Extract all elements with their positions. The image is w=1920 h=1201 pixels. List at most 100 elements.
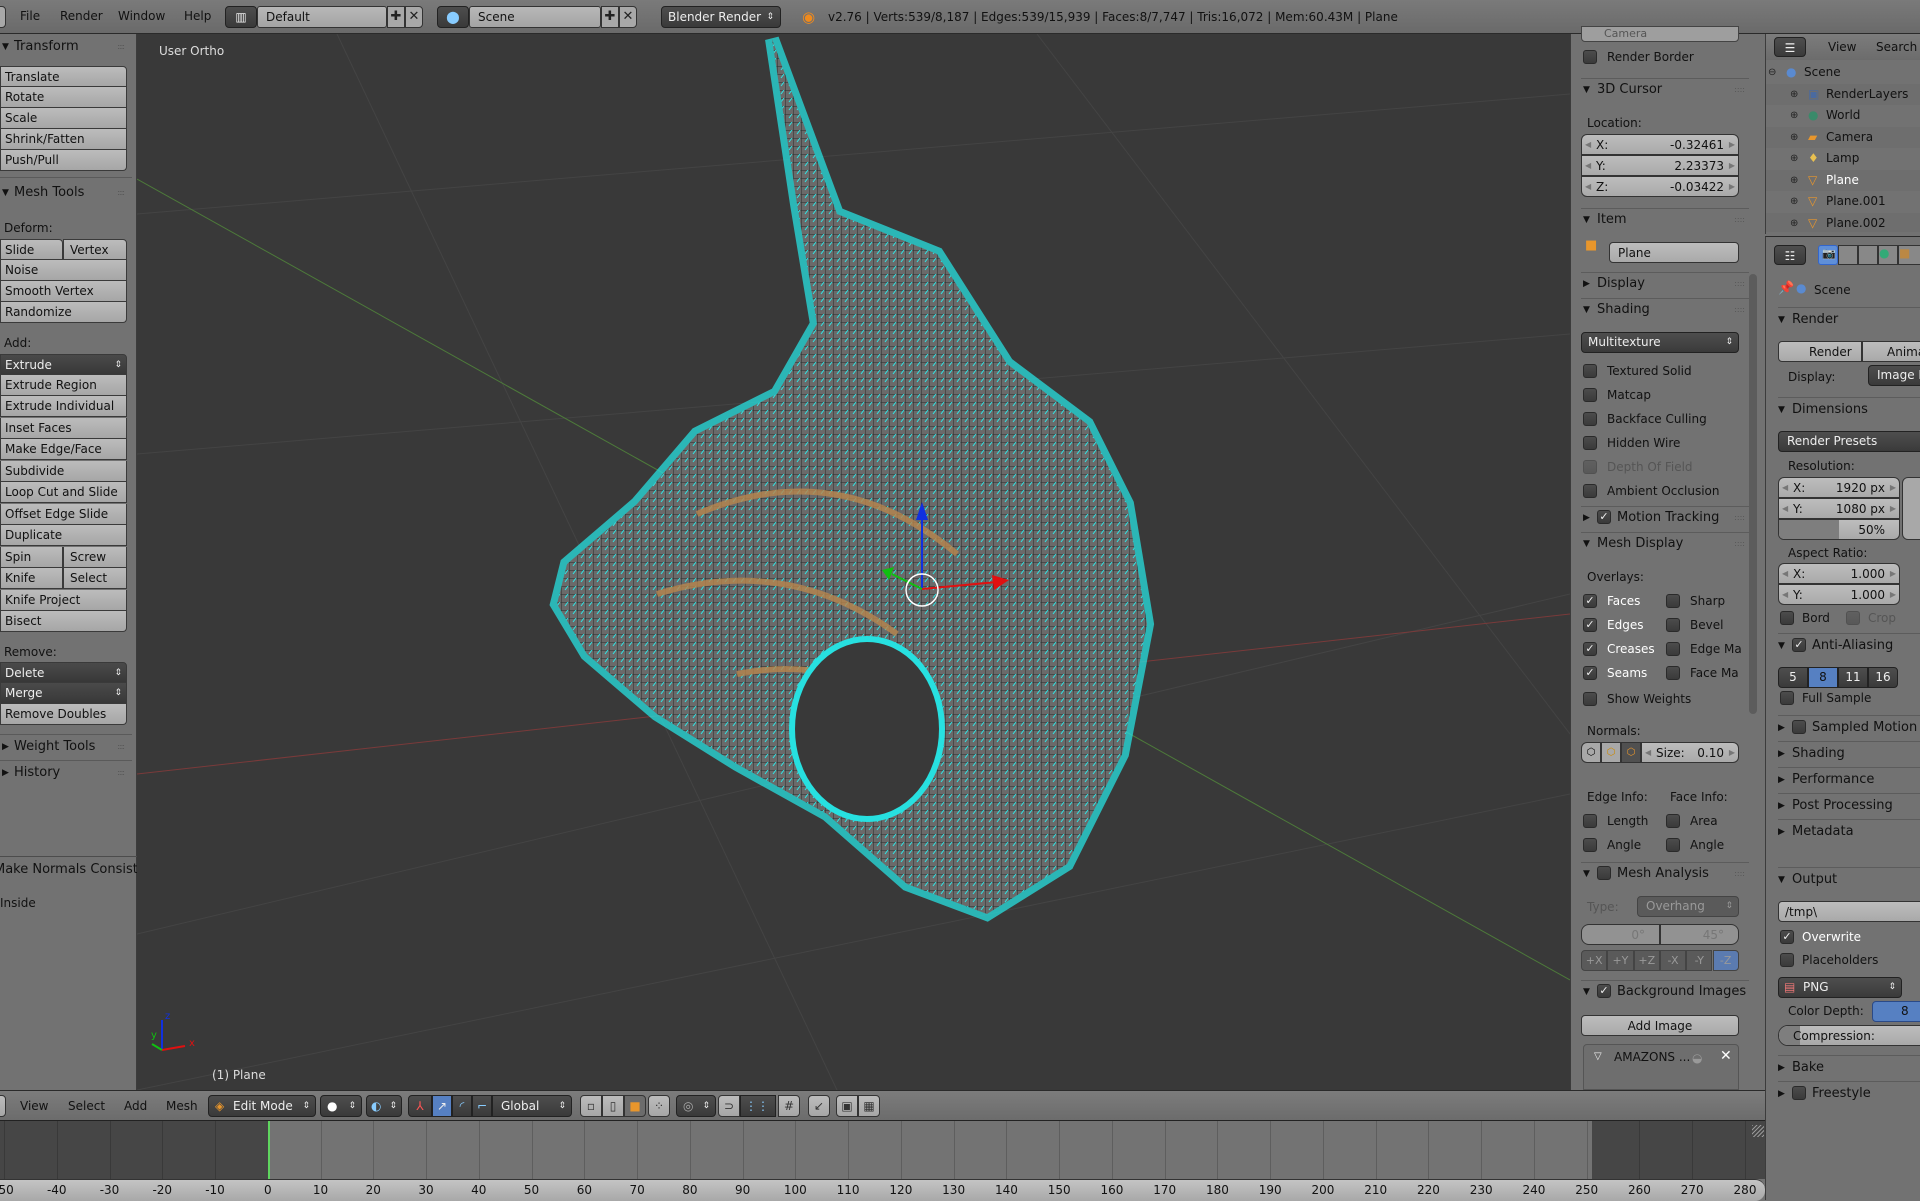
axis-plusminus-y-button[interactable]: +Y [1607,950,1634,971]
delete-scene-button[interactable]: ✕ [619,6,637,28]
expand-toggle-icon[interactable]: ⊕ [1790,213,1798,233]
viewport-shading-dropdown[interactable]: ● ⇕ [320,1095,362,1117]
panel-anti-aliasing-header[interactable]: ▼ ✓ Anti-Aliasing [1778,633,1920,657]
transform-orientation-dropdown[interactable]: Global ⇕ [492,1095,572,1117]
editor-type-button[interactable] [0,1095,6,1117]
current-frame-indicator[interactable] [267,1121,270,1179]
panel-item-header[interactable]: ▼ Item:::: [1581,208,1749,230]
remove-image-icon[interactable]: ✕ [1720,1048,1732,1064]
panel-motion-tracking-header[interactable]: ▶ ✓ Motion Tracking:::: [1581,506,1749,528]
screw-button[interactable]: Screw [63,547,127,568]
panel-shading-header[interactable]: ▶ Shading [1778,741,1920,765]
face-area-checkbox[interactable] [1666,814,1680,828]
panel-mesh-analysis-header[interactable]: ▼ Mesh Analysis:::: [1581,862,1749,884]
overhang-max-field[interactable]: 45° [1660,924,1739,945]
loop-cut-slide-button[interactable]: Loop Cut and Slide [0,482,127,503]
vertex-normals-toggle[interactable]: ⬡ [1581,742,1601,763]
axis-minus-y-button[interactable]: -Y [1686,950,1713,971]
drag-grip-icon[interactable]: :::: [1734,79,1745,101]
scene-browse-button[interactable]: ⬤ [437,6,469,28]
render-opengl-button[interactable]: ↙ [808,1095,830,1117]
expand-triangle-icon[interactable]: ▽ [1594,1051,1602,1062]
menu-mesh[interactable]: Mesh [166,1099,198,1113]
expand-toggle-icon[interactable]: ⊕ [1790,105,1798,126]
interaction-mode-dropdown[interactable]: ◈ Edit Mode ⇕ [208,1095,316,1117]
resolution-x-field[interactable]: ◀ X: 1920 px ▶ [1778,477,1900,498]
panel-metadata-header[interactable]: ▶ Metadata [1778,819,1920,843]
overlay-bevel-checkbox[interactable] [1666,618,1680,632]
file-format-dropdown[interactable]: ▤ PNG ⇕ [1778,977,1902,998]
face-select-mode[interactable]: ■ [624,1095,646,1117]
layout-browse-button[interactable]: ▥ [225,6,257,28]
smooth-vertex-button[interactable]: Smooth Vertex [0,281,127,302]
panel-3d-cursor-header[interactable]: ▼ 3D Cursor:::: [1581,78,1749,100]
subdivide-button[interactable]: Subdivide [0,461,127,482]
3d-viewport[interactable]: z x y User Ortho (1) Plane [137,34,1570,1090]
drag-grip-icon[interactable]: :::: [1734,273,1745,295]
panel-sampled-motion-b-header[interactable]: ▶ Sampled Motion B [1778,715,1920,739]
overlay-sharp-checkbox[interactable] [1666,594,1680,608]
overlay-edges-checkbox[interactable]: ✓ [1583,618,1597,632]
backface-culling-checkbox[interactable] [1583,412,1597,426]
tab-render-layers[interactable] [1838,245,1858,265]
compression-slider[interactable]: Compression: [1778,1025,1920,1046]
area-split-handle[interactable] [1752,1125,1764,1137]
panel-output-header[interactable]: ▼ Output [1778,867,1920,891]
delete-dropdown[interactable]: Delete ⇕ [0,662,127,683]
ambient-occlusion-checkbox[interactable] [1583,484,1597,498]
panel-history-header[interactable]: ▶ History:::: [0,762,132,784]
resolution-percentage-slider[interactable]: 50% [1778,519,1900,540]
snap-target-button[interactable]: # [778,1095,800,1117]
rotate-manipulator-toggle[interactable]: ◜ [452,1095,472,1117]
drag-grip-icon[interactable]: :::: [1734,299,1745,321]
limit-selection-visible-toggle[interactable]: ⁘ [648,1095,670,1117]
tab-scene[interactable] [1858,245,1878,265]
resolution-y-field[interactable]: ◀ Y: 1080 px ▶ [1778,498,1900,519]
drag-grip-icon[interactable]: :::: [117,36,125,58]
mesh-object[interactable] [549,36,1155,922]
spin-button[interactable]: Spin [0,547,63,568]
menu-view[interactable]: View [1828,40,1856,54]
aspect-y-field[interactable]: ◀ Y: 1.000 ▶ [1778,584,1900,605]
face-normals-toggle[interactable]: ⬡ [1621,742,1641,763]
split-normals-toggle[interactable]: ⬡ [1601,742,1621,763]
aa-samples-8-button[interactable]: 8 [1808,667,1838,688]
timeline-ruler[interactable]: -50 -40 -30 -20 -10 0 10 20 30 40 50 60 70 80 90 100 110… [0,1179,1765,1201]
frame-range-fields[interactable] [1902,477,1920,540]
render-animation-button[interactable]: Animat [1862,341,1920,362]
knife-project-button[interactable]: Knife Project [0,590,127,611]
render-display-dropdown[interactable]: Image Ed [1868,365,1920,386]
overlay-creases-checkbox[interactable]: ✓ [1583,642,1597,656]
randomize-button[interactable]: Randomize [0,302,127,323]
render-presets-dropdown[interactable]: Render Presets [1778,431,1920,452]
merge-dropdown[interactable]: Merge ⇕ [0,683,127,704]
editor-type-button[interactable]: ☰ [1774,37,1806,57]
viewport-canvas[interactable]: z x y [137,34,1570,1090]
offset-edge-slide-button[interactable]: Offset Edge Slide [0,504,127,525]
outliner-item[interactable]: ⊖ ● Scene [1766,62,1920,83]
drag-grip-icon[interactable]: :::: [1734,507,1745,529]
manipulator-toggle[interactable]: ⅄ [408,1095,432,1117]
vertex-select-mode[interactable]: ▫ [580,1095,602,1117]
hidden-wire-checkbox[interactable] [1583,436,1597,450]
drag-grip-icon[interactable]: :::: [1734,209,1745,231]
outliner-item[interactable]: ⊕ ▽ Plane.002 [1766,212,1920,233]
overhang-min-field[interactable]: 0° [1581,924,1660,945]
expand-toggle-icon[interactable]: ⊕ [1790,148,1798,169]
object-name-field[interactable]: Plane [1609,242,1739,263]
panel-freestyle-header[interactable]: ▶ Freestyle [1778,1081,1920,1105]
drag-grip-icon[interactable]: :::: [117,182,125,204]
aspect-x-field[interactable]: ◀ X: 1.000 ▶ [1778,563,1900,584]
menu-window[interactable]: Window [118,9,165,23]
inside-option[interactable]: Inside [0,896,36,910]
duplicate-button[interactable]: Duplicate [0,525,127,546]
menu-add[interactable]: Add [124,1099,147,1113]
scale-button[interactable]: Scale [0,108,127,129]
panel-mesh-display-header[interactable]: ▼ Mesh Display:::: [1581,532,1749,554]
edge-length-checkbox[interactable] [1583,814,1597,828]
layout-name-field[interactable]: Default [257,6,387,28]
render-still-button[interactable]: ▣ [836,1095,858,1117]
remove-doubles-button[interactable]: Remove Doubles [0,704,127,725]
proportional-editing-dropdown[interactable]: ◎ ⇕ [676,1095,716,1117]
panel-transform-header[interactable]: ▼ Transform:::: [0,36,132,58]
